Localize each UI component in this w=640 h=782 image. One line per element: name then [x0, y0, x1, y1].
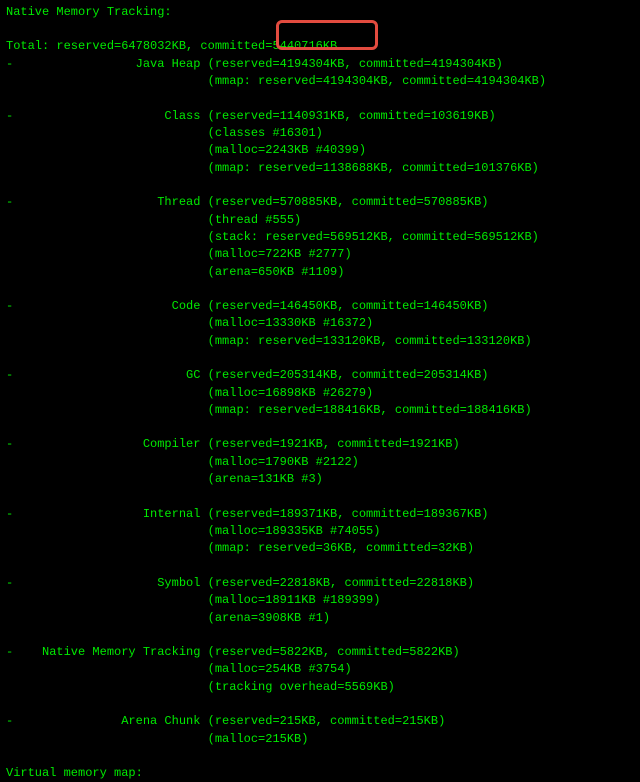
nmt-detail: (malloc=215KB) — [6, 731, 634, 748]
blank-line — [6, 91, 634, 108]
nmt-detail: (mmap: reserved=4194304KB, committed=419… — [6, 73, 634, 90]
nmt-detail: (classes #16301) — [6, 125, 634, 142]
nmt-section-symbol: - Symbol (reserved=22818KB, committed=22… — [6, 575, 634, 592]
blank-line — [6, 350, 634, 367]
nmt-detail: (stack: reserved=569512KB, committed=569… — [6, 229, 634, 246]
blank-line — [6, 489, 634, 506]
nmt-total: Total: reserved=6478032KB, committed=544… — [6, 38, 634, 55]
nmt-detail: (malloc=1790KB #2122) — [6, 454, 634, 471]
nmt-section-thread: - Thread (reserved=570885KB, committed=5… — [6, 194, 634, 211]
nmt-footer: Virtual memory map: — [6, 765, 634, 782]
blank-line — [6, 748, 634, 765]
nmt-detail: (mmap: reserved=133120KB, committed=1331… — [6, 333, 634, 350]
nmt-detail: (arena=650KB #1109) — [6, 264, 634, 281]
nmt-detail: (thread #555) — [6, 212, 634, 229]
nmt-detail: (malloc=13330KB #16372) — [6, 315, 634, 332]
nmt-detail: (malloc=18911KB #189399) — [6, 592, 634, 609]
nmt-detail: (malloc=2243KB #40399) — [6, 142, 634, 159]
nmt-section-gc: - GC (reserved=205314KB, committed=20531… — [6, 367, 634, 384]
nmt-detail: (malloc=16898KB #26279) — [6, 385, 634, 402]
nmt-title: Native Memory Tracking: — [6, 4, 634, 21]
blank-line — [6, 177, 634, 194]
nmt-section-compiler: - Compiler (reserved=1921KB, committed=1… — [6, 436, 634, 453]
nmt-detail: (mmap: reserved=1138688KB, committed=101… — [6, 160, 634, 177]
terminal-output: Native Memory Tracking: Total: reserved=6… — [6, 4, 634, 782]
nmt-section-internal: - Internal (reserved=189371KB, committed… — [6, 506, 634, 523]
nmt-section-arena-chunk: - Arena Chunk (reserved=215KB, committed… — [6, 713, 634, 730]
nmt-section-native-memory-tracking: - Native Memory Tracking (reserved=5822K… — [6, 644, 634, 661]
nmt-section-code: - Code (reserved=146450KB, committed=146… — [6, 298, 634, 315]
blank-line — [6, 627, 634, 644]
nmt-detail: (malloc=189335KB #74055) — [6, 523, 634, 540]
blank-line — [6, 696, 634, 713]
blank-line — [6, 558, 634, 575]
blank-line — [6, 21, 634, 38]
nmt-section-class: - Class (reserved=1140931KB, committed=1… — [6, 108, 634, 125]
nmt-detail: (malloc=254KB #3754) — [6, 661, 634, 678]
blank-line — [6, 281, 634, 298]
blank-line — [6, 419, 634, 436]
nmt-detail: (malloc=722KB #2777) — [6, 246, 634, 263]
nmt-detail: (tracking overhead=5569KB) — [6, 679, 634, 696]
nmt-detail: (mmap: reserved=188416KB, committed=1884… — [6, 402, 634, 419]
nmt-detail: (mmap: reserved=36KB, committed=32KB) — [6, 540, 634, 557]
nmt-detail: (arena=131KB #3) — [6, 471, 634, 488]
nmt-detail: (arena=3908KB #1) — [6, 610, 634, 627]
nmt-section-java-heap: - Java Heap (reserved=4194304KB, committ… — [6, 56, 634, 73]
